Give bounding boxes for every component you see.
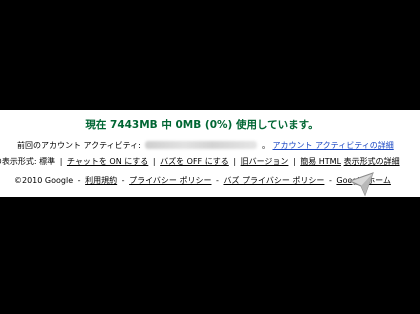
separator: -: [216, 176, 219, 185]
privacy-policy-link[interactable]: プライバシー ポリシー: [129, 176, 211, 185]
terms-link[interactable]: 利用規約: [85, 176, 117, 185]
separator: |: [152, 157, 156, 166]
separator: -: [328, 176, 332, 185]
basic-html-link[interactable]: 簡易 HTML: [300, 157, 341, 166]
copyright-text: ©2010 Google: [14, 176, 74, 185]
storage-usage-text: 現在 7443MB 中 0MB (0%) 使用しています。: [85, 119, 319, 131]
last-account-activity: 前回のアカウント アクティビティ: 。 アカウント アクティビティの詳細: [17, 140, 394, 151]
footer-links: ©2010 Google - 利用規約 - プライバシー ポリシー - バズ プ…: [14, 175, 391, 186]
separator: -: [77, 176, 81, 185]
chat-on-link[interactable]: チャットを ON にする: [67, 157, 148, 166]
view-mode-bar: ail の表示形式: 標準 | チャットを ON にする | バズを OFF に…: [0, 156, 400, 167]
buzz-privacy-link[interactable]: バズ プライバシー ポリシー: [223, 176, 324, 185]
old-version-link[interactable]: 旧バージョン: [241, 157, 289, 166]
separator: |: [292, 157, 296, 166]
view-mode-label: ail の表示形式: 標準: [0, 157, 56, 166]
activity-label: 前回のアカウント アクティビティ:: [17, 141, 141, 150]
separator: |: [233, 157, 237, 166]
view-mode-details-link[interactable]: 表示形式の詳細: [344, 157, 400, 166]
redacted-activity-info: [145, 141, 258, 149]
separator: |: [59, 157, 63, 166]
activity-details-link[interactable]: アカウント アクティビティの詳細: [273, 141, 394, 150]
separator: -: [121, 176, 125, 185]
mouse-pointer-icon: [348, 172, 374, 197]
buzz-off-link[interactable]: バズを OFF にする: [160, 157, 229, 166]
activity-suffix: 。: [261, 141, 270, 150]
